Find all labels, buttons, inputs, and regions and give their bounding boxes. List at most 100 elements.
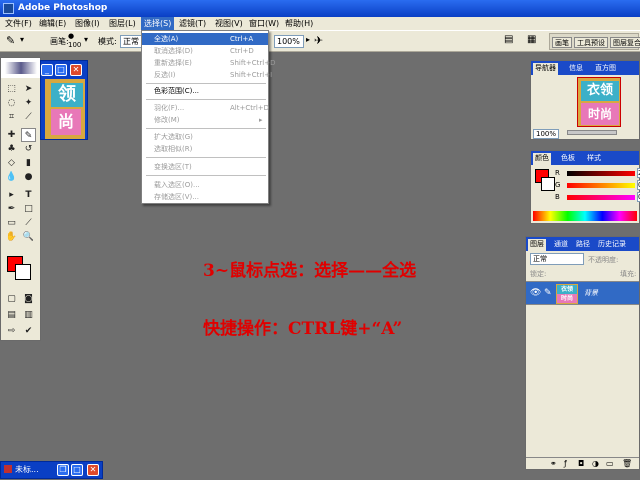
- menu-item-reselect[interactable]: 重新选择(E) Shift+Ctrl+D: [142, 57, 276, 69]
- mode-select[interactable]: 正常: [120, 35, 142, 48]
- menu-select[interactable]: 选择(S): [141, 17, 175, 30]
- menu-help[interactable]: 帮助(H): [282, 17, 316, 30]
- magic-wand-tool-icon[interactable]: ✦: [21, 96, 36, 110]
- menu-item-load-selection[interactable]: 载入选区(O)...: [142, 179, 268, 191]
- toggle-palettes-icon[interactable]: ▦: [527, 34, 536, 45]
- navigator-zoom-field[interactable]: 100%: [533, 129, 560, 139]
- navigator-preview[interactable]: 衣领 时尚: [577, 77, 621, 127]
- layer-thumb-bottom: 时尚: [557, 294, 577, 303]
- brush-size[interactable]: 100: [68, 41, 81, 49]
- menu-item-transform-selection[interactable]: 变换选区(T): [142, 161, 268, 173]
- screen-mode-icon[interactable]: ▤: [4, 308, 19, 322]
- gradient-tool-icon[interactable]: ▮: [21, 156, 36, 170]
- flow-field[interactable]: 100%: [274, 35, 304, 48]
- fullscreen-mode-icon[interactable]: ▥: [21, 308, 36, 322]
- brush-tool-icon[interactable]: ✎: [6, 34, 15, 47]
- menu-edit[interactable]: 编辑(E): [36, 17, 69, 30]
- marquee-tool-icon[interactable]: ⬚: [4, 82, 19, 96]
- navigator-zoom-slider[interactable]: [567, 130, 617, 135]
- window-title-bar[interactable]: Adobe Photoshop: [0, 0, 640, 17]
- color-background-swatch[interactable]: [541, 177, 555, 191]
- menu-item-color-range[interactable]: 色彩范围(C)...: [142, 85, 268, 97]
- well-tab-tool-presets[interactable]: 工具预设: [574, 37, 608, 48]
- flow-chevron-icon[interactable]: ▸: [306, 35, 310, 44]
- menu-item-grow[interactable]: 扩大选取(G): [142, 131, 268, 143]
- eyedropper-tool-icon[interactable]: ⟋: [21, 216, 36, 230]
- menu-view[interactable]: 视图(V): [212, 17, 246, 30]
- tool-preset-chevron-icon[interactable]: ▾: [20, 35, 24, 44]
- menu-layer[interactable]: 图层(L): [106, 17, 139, 30]
- menu-item-inverse[interactable]: 反选(I) Shift+Ctrl+I: [142, 69, 272, 81]
- doc-close-button[interactable]: ✕: [70, 64, 82, 76]
- menu-file[interactable]: 文件(F): [2, 17, 35, 30]
- crop-tool-icon[interactable]: ⌗: [4, 110, 19, 124]
- menu-item-feather[interactable]: 羽化(F)... Alt+Ctrl+D: [142, 102, 269, 114]
- document-canvas[interactable]: 领 尚: [45, 79, 85, 139]
- hand-tool-icon[interactable]: ✋: [4, 230, 19, 244]
- dodge-tool-icon[interactable]: ●: [21, 170, 36, 184]
- shape-tool-icon[interactable]: □: [21, 202, 36, 216]
- imageready-icon[interactable]: ✔: [21, 324, 36, 338]
- clone-stamp-tool-icon[interactable]: ♣: [4, 142, 19, 156]
- close-button[interactable]: ✕: [87, 464, 99, 476]
- brush-picker-chevron-icon[interactable]: ▾: [84, 35, 88, 44]
- background-color-swatch[interactable]: [15, 264, 31, 280]
- slice-tool-icon[interactable]: ⟋: [21, 110, 36, 124]
- layer-style-icon[interactable]: ƒ: [564, 459, 567, 468]
- doc-maximize-button[interactable]: □: [55, 64, 67, 76]
- menu-item-deselect[interactable]: 取消选择(D) Ctrl+D: [142, 45, 268, 57]
- tab-info[interactable]: 信息: [567, 63, 585, 75]
- history-brush-tool-icon[interactable]: ↺: [21, 142, 36, 156]
- tab-paths[interactable]: 路径: [574, 239, 592, 251]
- restore-button[interactable]: ❐: [57, 464, 69, 476]
- healing-brush-tool-icon[interactable]: ✚: [4, 128, 19, 142]
- eraser-tool-icon[interactable]: ◇: [4, 156, 19, 170]
- lasso-tool-icon[interactable]: ◌: [4, 96, 19, 110]
- jump-to-imageready-icon[interactable]: ⇨: [4, 324, 19, 338]
- quick-mask-mode-icon[interactable]: ◙: [21, 292, 36, 306]
- notes-tool-icon[interactable]: ▭: [4, 216, 19, 230]
- type-tool-icon[interactable]: T: [21, 188, 36, 202]
- well-tab-brushes[interactable]: 画笔: [552, 37, 572, 48]
- brush-tool-icon[interactable]: ✎: [21, 128, 36, 142]
- tab-navigator[interactable]: 导航器: [533, 63, 558, 75]
- zoom-tool-icon[interactable]: 🔍: [21, 230, 36, 244]
- trash-icon[interactable]: 🗑: [622, 459, 632, 468]
- minimized-document-window[interactable]: 未标... ❐ □ ✕: [0, 461, 103, 479]
- add-mask-icon[interactable]: ◘: [578, 459, 584, 468]
- adjustment-layer-icon[interactable]: ◑: [592, 459, 599, 468]
- well-tab-layer-comps[interactable]: 图层复合: [610, 37, 640, 48]
- menu-item-modify[interactable]: 修改(M) ▸: [142, 114, 268, 126]
- menu-filter[interactable]: 滤镜(T): [176, 17, 209, 30]
- menu-window[interactable]: 窗口(W): [246, 17, 282, 30]
- link-layer-icon[interactable]: ⚭: [550, 459, 557, 468]
- doc-minimize-button[interactable]: _: [41, 64, 53, 76]
- tab-styles[interactable]: 样式: [585, 153, 603, 165]
- move-tool-icon[interactable]: ➤: [21, 82, 36, 96]
- tab-layers[interactable]: 图层: [528, 239, 546, 251]
- pen-tool-icon[interactable]: ✒: [4, 202, 19, 216]
- menu-item-similar[interactable]: 选取相似(R): [142, 143, 268, 155]
- tab-color[interactable]: 颜色: [533, 153, 551, 165]
- layer-row-background[interactable]: 👁 ✎ 衣领 时尚 背景: [526, 281, 639, 305]
- menu-item-select-all[interactable]: 全选(A) Ctrl+A: [142, 33, 268, 45]
- toolbox-header[interactable]: [1, 58, 40, 78]
- new-layer-icon[interactable]: ▭: [606, 459, 614, 468]
- airbrush-icon[interactable]: ✈: [314, 34, 323, 47]
- menu-item-save-selection[interactable]: 存储选区(V)...: [142, 191, 268, 203]
- tab-channels[interactable]: 通道: [552, 239, 570, 251]
- file-browser-icon[interactable]: ▤: [504, 34, 513, 45]
- tab-histogram[interactable]: 直方图: [593, 63, 618, 75]
- maximize-button[interactable]: □: [71, 464, 83, 476]
- layer-visibility-eye-icon[interactable]: 👁: [530, 288, 541, 298]
- color-spectrum-bar[interactable]: [533, 211, 637, 221]
- tab-history[interactable]: 历史记录: [596, 239, 628, 251]
- menu-image[interactable]: 图像(I): [72, 17, 103, 30]
- blur-tool-icon[interactable]: 💧: [4, 170, 19, 184]
- standard-mode-icon[interactable]: ▢: [4, 292, 19, 306]
- document-window[interactable]: _ □ ✕ 领 尚: [40, 60, 88, 140]
- blend-mode-select[interactable]: 正常: [530, 253, 584, 265]
- layer-name[interactable]: 背景: [584, 288, 598, 298]
- path-selection-tool-icon[interactable]: ▸: [4, 188, 19, 202]
- tab-swatches[interactable]: 色板: [559, 153, 577, 165]
